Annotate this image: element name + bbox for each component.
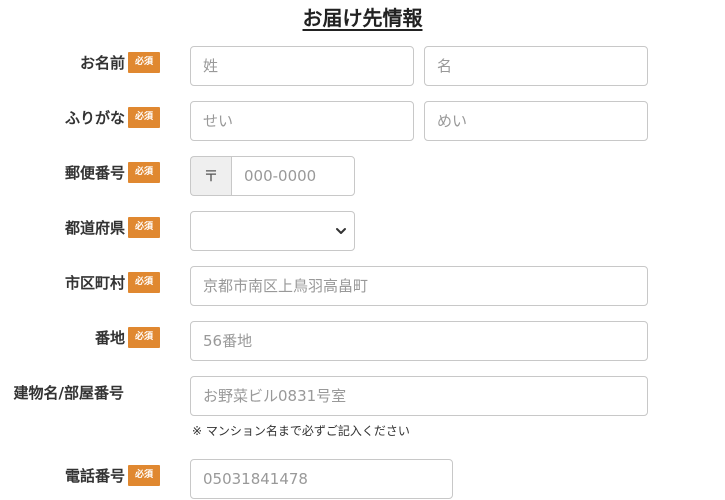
required-badge: 必須	[128, 272, 160, 293]
last-name-input[interactable]	[190, 46, 414, 86]
required-badge: 必須	[128, 217, 160, 238]
required-badge: 必須	[128, 107, 160, 128]
section-title-text: お届け先情報	[302, 6, 423, 30]
building-label: 建物名/部屋番号	[13, 384, 124, 402]
first-name-kana-input[interactable]	[424, 101, 648, 141]
required-badge: 必須	[128, 162, 160, 183]
phone-input[interactable]	[190, 459, 453, 499]
city-label: 市区町村	[64, 274, 125, 292]
postal-code-input[interactable]	[231, 156, 355, 196]
building-input[interactable]	[190, 376, 648, 416]
section-title: お届け先情報	[0, 2, 725, 31]
last-name-kana-input[interactable]	[190, 101, 414, 141]
required-badge: 必須	[128, 327, 160, 348]
kana-label: ふりがな	[64, 109, 125, 127]
required-badge: 必須	[128, 52, 160, 73]
city-input[interactable]	[190, 266, 648, 306]
required-badge: 必須	[128, 465, 160, 486]
prefecture-select[interactable]	[190, 211, 355, 251]
street-address-label: 番地	[94, 329, 125, 347]
building-note: ※ マンション名まで必ずご記入ください	[192, 424, 410, 438]
postal-mark-prefix: 〒	[190, 156, 231, 196]
name-label: お名前	[79, 54, 125, 72]
postal-code-label: 郵便番号	[64, 164, 125, 182]
shipping-info-form: お届け先情報 お名前 必須 ふりがな 必須 郵便番号 必須 〒 都道府県 必須 …	[0, 0, 725, 500]
first-name-input[interactable]	[424, 46, 648, 86]
prefecture-label: 都道府県	[64, 219, 125, 237]
phone-label: 電話番号	[64, 467, 125, 485]
chevron-down-icon	[336, 228, 346, 234]
street-address-input[interactable]	[190, 321, 648, 361]
